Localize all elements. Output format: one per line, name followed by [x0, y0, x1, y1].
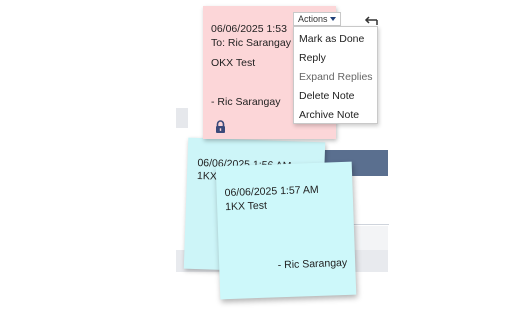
- actions-button[interactable]: Actions: [293, 12, 341, 26]
- lock-icon[interactable]: [215, 120, 226, 133]
- menu-item-reply[interactable]: Reply: [294, 49, 377, 68]
- note-signature: - Ric Sarangay: [211, 96, 281, 108]
- sticky-note-front[interactable]: 06/06/2025 1:57 AM 1KX Test - Ric Sarang…: [215, 161, 357, 300]
- background-strip: [176, 108, 188, 128]
- menu-item-archive-note[interactable]: Archive Note: [294, 106, 377, 125]
- caret-down-icon: [329, 17, 336, 21]
- back-arrow-icon[interactable]: [364, 16, 378, 26]
- menu-item-mark-as-done[interactable]: Mark as Done: [294, 30, 377, 49]
- menu-item-delete-note[interactable]: Delete Note: [294, 87, 377, 106]
- actions-menu: Mark as Done Reply Expand Replies Delete…: [293, 26, 378, 124]
- note-recipient: To: Ric Sarangay: [211, 37, 291, 49]
- note-signature: - Ric Sarangay: [277, 256, 348, 272]
- note-datetime: 06/06/2025 1:53: [211, 23, 287, 35]
- menu-item-expand-replies[interactable]: Expand Replies: [294, 68, 377, 87]
- actions-label: Actions: [298, 14, 328, 24]
